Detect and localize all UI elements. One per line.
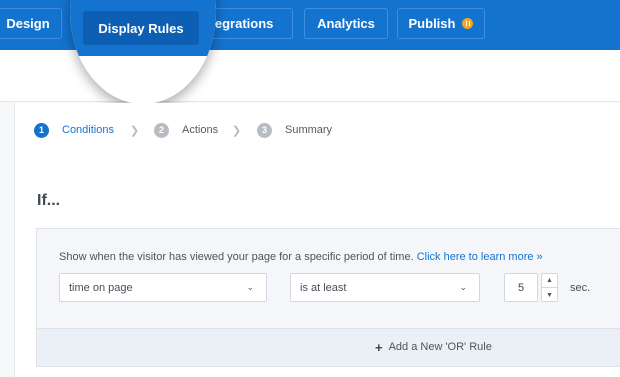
increment-icon[interactable]: ▲ [542, 274, 557, 288]
metric-select-value: time on page [69, 281, 133, 294]
tab-design[interactable]: Design [0, 8, 62, 39]
learn-more-link[interactable]: Click here to learn more » [417, 251, 543, 263]
pause-icon [462, 18, 474, 29]
decrement-icon[interactable]: ▼ [542, 288, 557, 302]
unit-label: sec. [570, 282, 591, 294]
operator-select-value: is at least [300, 281, 347, 294]
step-number: 1 [34, 122, 49, 138]
chevron-right-icon: ❯ [130, 124, 140, 137]
plus-icon: + [375, 339, 383, 355]
tab-analytics[interactable]: Analytics [304, 8, 388, 39]
tab-display-rules[interactable]: Display Rules [83, 11, 199, 45]
step-label: Conditions [62, 124, 114, 136]
metric-select[interactable]: time on page ⌄ [59, 273, 267, 302]
tab-analytics-label: Analytics [317, 16, 375, 31]
steps-bar: 1 Conditions ❯ 2 Actions ❯ 3 Summary [14, 103, 620, 157]
tab-display-rules-label: Display Rules [98, 20, 184, 36]
operator-select[interactable]: is at least ⌄ [290, 273, 480, 302]
step-summary[interactable]: 3 Summary [257, 103, 332, 157]
step-number: 3 [257, 122, 272, 138]
step-conditions[interactable]: 1 Conditions [34, 103, 114, 157]
tab-publish[interactable]: Publish [397, 8, 485, 39]
step-number: 2 [154, 122, 169, 138]
rule-description-text: Show when the visitor has viewed your pa… [59, 251, 414, 263]
step-label: Summary [285, 124, 333, 136]
rule-box-bottom [36, 366, 620, 367]
tab-design-label: Design [6, 16, 50, 31]
chevron-down-icon: ⌄ [246, 282, 254, 292]
step-label: Actions [182, 124, 219, 136]
if-heading: If... [37, 192, 61, 209]
rule-description: Show when the visitor has viewed your pa… [59, 251, 543, 263]
seconds-stepper[interactable]: ▲ ▼ [541, 273, 558, 302]
chevron-down-icon: ⌄ [459, 282, 467, 292]
add-or-rule-label: Add a New 'OR' Rule [388, 341, 492, 353]
tab-publish-label: Publish [408, 16, 456, 31]
chevron-right-icon: ❯ [232, 124, 242, 137]
or-rule-band [37, 328, 620, 366]
seconds-input[interactable]: 5 [504, 273, 538, 302]
seconds-value: 5 [517, 281, 525, 294]
step-actions[interactable]: 2 Actions [154, 103, 218, 157]
add-or-rule-button[interactable]: + Add a New 'OR' Rule [375, 338, 492, 356]
